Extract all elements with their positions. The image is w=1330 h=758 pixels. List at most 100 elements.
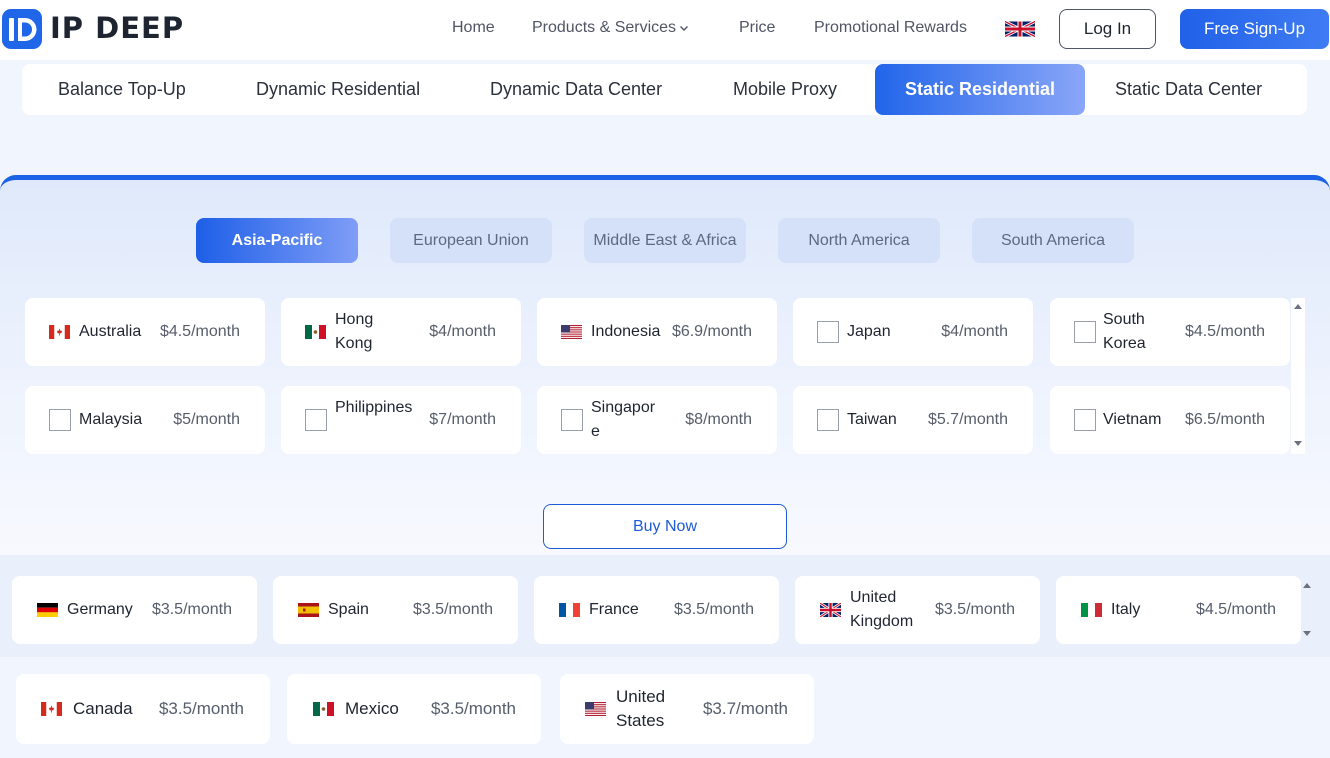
mexico-flag-icon	[313, 702, 334, 716]
uk-flag-icon	[820, 603, 841, 617]
country-card-australia[interactable]: Australia $4.5/month	[25, 298, 265, 366]
us-flag-icon	[561, 325, 582, 339]
scroll-down-arrow-icon[interactable]	[1303, 631, 1311, 636]
tab-asia-pacific[interactable]: Asia-Pacific	[196, 218, 358, 263]
tab-european-union[interactable]: European Union	[390, 218, 552, 263]
nav-promotional-rewards[interactable]: Promotional Rewards	[814, 19, 967, 37]
scroll-down-arrow-icon[interactable]	[1294, 441, 1302, 446]
country-price: $4/month	[941, 323, 1008, 340]
tab-mobile-proxy[interactable]: Mobile Proxy	[733, 64, 837, 115]
canada-flag-icon	[41, 702, 62, 716]
country-card-malaysia[interactable]: Malaysia $5/month	[25, 386, 265, 454]
country-name: Germany	[67, 601, 133, 618]
country-price: $3.5/month	[430, 699, 516, 718]
mexico-flag-icon	[305, 325, 326, 339]
country-name: Spain	[328, 601, 369, 618]
country-card-united-states[interactable]: United States $3.7/month	[560, 674, 814, 744]
country-price: $6.9/month	[671, 323, 752, 340]
login-button[interactable]: Log In	[1059, 9, 1156, 49]
asia-pacific-scrollbar[interactable]	[1291, 298, 1305, 454]
country-name: France	[589, 601, 639, 618]
tab-static-residential[interactable]: Static Residential	[875, 64, 1085, 115]
country-card-vietnam[interactable]: Vietnam $6.5/month	[1050, 386, 1290, 454]
country-card-hong-kong[interactable]: Hong Kong $4/month	[281, 298, 521, 366]
tab-balance-top-up[interactable]: Balance Top-Up	[58, 64, 186, 115]
country-price: $3.5/month	[158, 699, 244, 718]
country-name: Japan	[847, 323, 891, 340]
country-price: $4.5/month	[1184, 323, 1265, 340]
top-navigation-bar: IP DEEP Home Products & Services Price P…	[0, 0, 1330, 60]
country-checkbox[interactable]	[305, 409, 327, 431]
country-name: Malaysia	[79, 411, 143, 428]
country-checkbox[interactable]	[1074, 409, 1096, 431]
free-signup-button[interactable]: Free Sign-Up	[1180, 9, 1329, 49]
country-name: Philippines	[335, 399, 413, 416]
country-price: $3.5/month	[412, 601, 493, 618]
country-price: $3.7/month	[702, 699, 788, 718]
country-card-france[interactable]: France $3.5/month	[534, 576, 779, 644]
country-card-indonesia[interactable]: Indonesia $6.9/month	[537, 298, 777, 366]
scroll-up-arrow-icon[interactable]	[1303, 583, 1311, 588]
country-name: United States	[616, 687, 666, 730]
uk-flag-language-icon[interactable]	[1005, 21, 1035, 37]
product-tabs: Balance Top-Up Dynamic Residential Dynam…	[22, 64, 1307, 115]
canada-flag-icon	[49, 325, 70, 339]
chevron-down-icon	[680, 25, 689, 31]
country-name: Canada	[73, 699, 133, 718]
country-price: $4/month	[429, 323, 496, 340]
country-checkbox[interactable]	[49, 409, 71, 431]
country-card-spain[interactable]: Spain $3.5/month	[273, 576, 518, 644]
country-price: $8/month	[685, 411, 752, 428]
france-flag-icon	[559, 603, 580, 617]
country-name: South Korea	[1103, 311, 1146, 352]
country-card-philippines[interactable]: Philippines $7/month	[281, 386, 521, 454]
tab-north-america[interactable]: North America	[778, 218, 940, 263]
european-union-scrollbar[interactable]	[1300, 576, 1314, 644]
nav-price[interactable]: Price	[739, 19, 775, 37]
buy-now-button[interactable]: Buy Now	[543, 504, 787, 549]
germany-flag-icon	[37, 603, 58, 617]
country-name: Vietnam	[1103, 411, 1162, 428]
tab-middle-east-africa[interactable]: Middle East & Africa	[584, 218, 746, 263]
tab-south-america[interactable]: South America	[972, 218, 1134, 263]
country-price: $4.5/month	[1195, 601, 1276, 618]
country-card-taiwan[interactable]: Taiwan $5.7/month	[793, 386, 1033, 454]
tab-static-data-center[interactable]: Static Data Center	[1115, 64, 1262, 115]
tab-dynamic-data-center[interactable]: Dynamic Data Center	[490, 64, 662, 115]
us-flag-icon	[585, 702, 606, 716]
country-checkbox[interactable]	[817, 321, 839, 343]
nav-home[interactable]: Home	[452, 19, 495, 37]
country-name: Taiwan	[847, 411, 897, 428]
country-card-germany[interactable]: Germany $3.5/month	[12, 576, 257, 644]
tab-dynamic-residential[interactable]: Dynamic Residential	[256, 64, 420, 115]
country-card-united-kingdom[interactable]: United Kingdom $3.5/month	[795, 576, 1040, 644]
country-price: $7/month	[429, 411, 496, 428]
country-name: United Kingdom	[850, 589, 914, 630]
country-card-singapore[interactable]: Singapore $8/month	[537, 386, 777, 454]
country-card-japan[interactable]: Japan $4/month	[793, 298, 1033, 366]
country-card-canada[interactable]: Canada $3.5/month	[16, 674, 270, 744]
nav-products-services[interactable]: Products & Services	[532, 19, 689, 37]
country-card-mexico[interactable]: Mexico $3.5/month	[287, 674, 541, 744]
country-price: $5/month	[173, 411, 240, 428]
country-name: Mexico	[345, 699, 399, 718]
country-name: Indonesia	[591, 323, 661, 340]
country-checkbox[interactable]	[817, 409, 839, 431]
scroll-up-arrow-icon[interactable]	[1294, 304, 1302, 309]
country-name: Australia	[79, 323, 142, 340]
country-name: Hong Kong	[335, 311, 374, 352]
spain-flag-icon	[298, 603, 319, 617]
country-price: $6.5/month	[1184, 411, 1265, 428]
country-card-italy[interactable]: Italy $4.5/month	[1056, 576, 1301, 644]
country-name: Singapore	[591, 399, 656, 440]
country-price: $5.7/month	[927, 411, 1008, 428]
ipdeep-logo-icon[interactable]	[2, 9, 42, 49]
country-checkbox[interactable]	[561, 409, 583, 431]
brand-name[interactable]: IP DEEP	[50, 11, 184, 45]
country-card-south-korea[interactable]: South Korea $4.5/month	[1050, 298, 1290, 366]
country-price: $3.5/month	[673, 601, 754, 618]
country-price: $4.5/month	[159, 323, 240, 340]
country-checkbox[interactable]	[1074, 321, 1096, 343]
country-price: $3.5/month	[151, 601, 232, 618]
italy-flag-icon	[1081, 603, 1102, 617]
